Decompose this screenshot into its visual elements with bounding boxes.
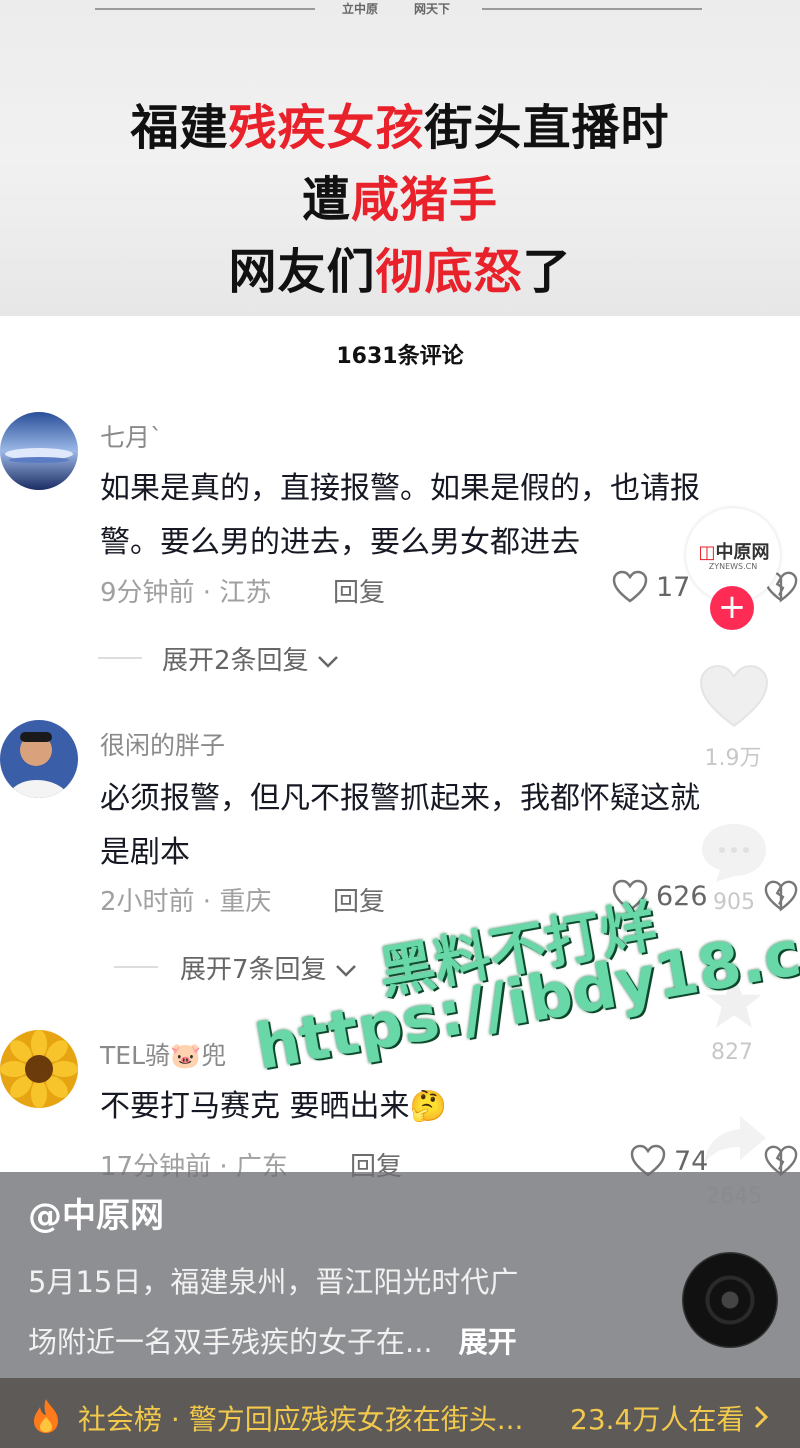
video-favorite-count: 827	[711, 1040, 753, 1065]
headline-highlight: 残疾女孩	[228, 100, 425, 156]
banner-divider-left	[95, 8, 315, 10]
headline-line-1: 福建残疾女孩街头直播时	[0, 88, 800, 158]
expand-divider	[114, 966, 158, 968]
avatar[interactable]	[0, 1030, 78, 1108]
avatar-image-icon	[0, 720, 78, 798]
comment-time-location: 2小时前 · 重庆	[100, 887, 272, 917]
avatar[interactable]	[0, 412, 78, 490]
headline-highlight: 咸猪手	[351, 172, 499, 228]
comment-text-line: 如果是真的，直接报警。如果是假的，也请报	[100, 471, 700, 506]
comment-text-line: 是剧本	[100, 835, 190, 870]
comment-text: 必须报警，但凡不报警抓起来，我都怀疑这就 是剧本	[100, 772, 790, 880]
comment-like-count: 17	[656, 572, 691, 603]
description-line: 5月15日，福建泉州，晋江阳光时代广	[28, 1265, 519, 1299]
video-comment-count: 905	[713, 890, 755, 915]
music-disc-icon[interactable]	[682, 1252, 778, 1348]
reply-button[interactable]: 回复	[333, 881, 385, 918]
video-author[interactable]: @中原网	[28, 1188, 164, 1237]
chevron-right-icon[interactable]	[752, 1404, 770, 1434]
expand-divider	[98, 657, 142, 659]
heart-outline-icon[interactable]	[612, 570, 648, 608]
logo-mark-icon: ◫	[698, 542, 716, 563]
avatar-image-icon	[0, 412, 78, 490]
avatar[interactable]	[0, 720, 78, 798]
comment-bubble-icon[interactable]	[698, 820, 770, 890]
expand-description-button[interactable]: 展开	[459, 1325, 517, 1359]
publisher-logo: ◫中原网	[690, 538, 778, 564]
sunflower-avatar-icon	[0, 1030, 78, 1108]
hot-list-label[interactable]: 社会榜 · 警方回应残疾女孩在街头...	[78, 1398, 523, 1438]
publisher-logo-sub: ZYNEWS.CN	[708, 562, 758, 571]
expand-replies-label: 展开7条回复	[180, 955, 327, 985]
viewer-count: 23.4万人在看	[570, 1403, 745, 1436]
share-arrow-icon[interactable]	[700, 1110, 770, 1174]
publisher-logo-text: 中原网	[715, 542, 770, 563]
comment-username[interactable]: 很闲的胖子	[100, 726, 225, 762]
follow-plus-icon[interactable]: +	[710, 586, 754, 630]
headline-line-2: 遭咸猪手	[0, 160, 800, 230]
headline-text: 了	[522, 244, 572, 300]
headline-text: 网友们	[228, 244, 376, 300]
video-banner: 立中原 网天下 福建残疾女孩街头直播时 遭咸猪手 网友们彻底怒了	[0, 0, 800, 316]
chevron-down-icon	[335, 955, 357, 985]
video-like-count: 1.9万	[704, 746, 762, 771]
flame-icon	[30, 1397, 62, 1439]
description-line: 场附近一名双手残疾的女子在...	[28, 1325, 433, 1359]
comment-text-line: 不要打马赛克 要晒出来🤔	[100, 1089, 447, 1124]
comment-time-location: 9分钟前 · 江苏	[100, 578, 272, 608]
headline-text: 福建	[130, 100, 229, 156]
headline-line-3: 网友们彻底怒了	[0, 232, 800, 302]
like-heart-icon[interactable]	[694, 662, 774, 736]
headline-highlight: 彻底怒	[375, 244, 523, 300]
comment-username[interactable]: 七月`	[100, 418, 163, 454]
banner-divider-right	[482, 8, 702, 10]
banner-tag-right: 网天下	[414, 2, 451, 16]
headline-text: 遭	[301, 172, 351, 228]
comment-username[interactable]: TEL骑🐷兜	[100, 1036, 226, 1072]
reply-button[interactable]: 回复	[333, 572, 385, 609]
chevron-down-icon	[317, 646, 339, 676]
comment-text: 不要打马赛克 要晒出来🤔	[100, 1080, 790, 1134]
comment-count-title: 1631条评论	[336, 344, 464, 369]
expand-replies-label: 展开2条回复	[162, 646, 309, 676]
video-description: 5月15日，福建泉州，晋江阳光时代广 场附近一名双手残疾的女子在... 展开	[28, 1252, 638, 1372]
expand-replies-button[interactable]: 展开7条回复	[180, 949, 357, 986]
headline-text: 街头直播时	[424, 100, 670, 156]
comment-text-line: 必须报警，但凡不报警抓起来，我都怀疑这就	[100, 781, 700, 816]
banner-tag-left: 立中原	[342, 2, 379, 16]
expand-replies-button[interactable]: 展开2条回复	[162, 640, 339, 677]
